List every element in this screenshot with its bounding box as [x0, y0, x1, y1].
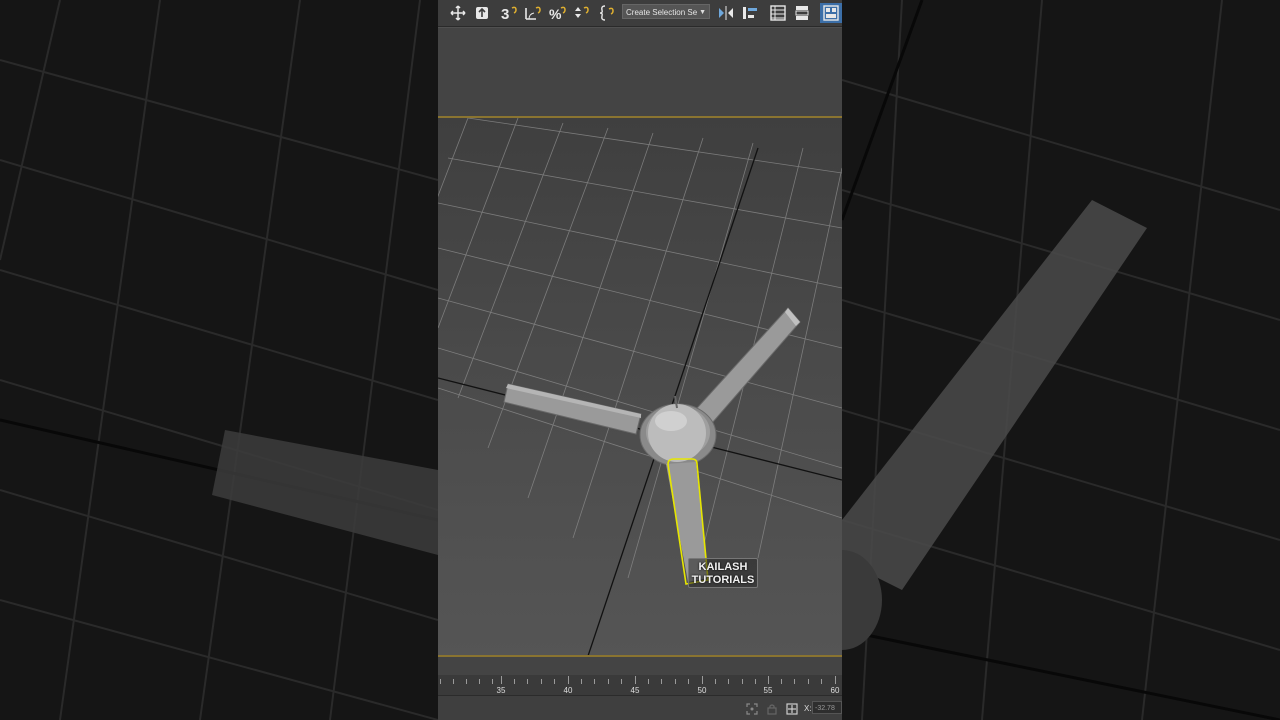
watermark-label: KAILASH TUTORIALS — [688, 558, 758, 588]
timeline-tick — [492, 679, 493, 684]
x-coordinate-label: X: — [804, 704, 812, 713]
timeline-tick — [594, 679, 595, 684]
x-coordinate-value: -32.78 — [815, 705, 835, 712]
watermark-line1: KAILASH — [698, 561, 748, 573]
timeline-tick — [821, 679, 822, 684]
viewport-lower-strip — [438, 657, 842, 675]
timeline-label: 55 — [763, 686, 773, 695]
svg-text:%: % — [549, 6, 562, 22]
watermark-line2: TUTORIALS — [691, 574, 755, 586]
selection-set-text: Create Selection Se — [626, 8, 698, 17]
grid-axis-line-2 — [438, 377, 842, 481]
timeline-label: 35 — [496, 686, 506, 695]
timeline-tick — [835, 676, 836, 684]
timeline-tick — [554, 679, 555, 684]
timeline-label: 40 — [563, 686, 573, 695]
timeline-tick — [794, 679, 795, 684]
timeline-tick — [453, 679, 454, 684]
timeline-tick — [781, 679, 782, 684]
perspective-viewport[interactable]: KAILASH TUTORIALS — [438, 118, 842, 656]
timeline-tick — [728, 679, 729, 684]
timeline-tick — [702, 676, 703, 684]
background-blur-left — [0, 0, 438, 720]
timeline-tick — [621, 679, 622, 684]
timeline-label: 50 — [697, 686, 707, 695]
absolute-mode-transform-icon[interactable] — [786, 702, 798, 715]
background-blur-right — [842, 0, 1280, 720]
spinner-snap-icon[interactable] — [572, 3, 592, 23]
timeline-tick — [527, 679, 528, 684]
timeline-tick — [661, 679, 662, 684]
svg-text:3: 3 — [501, 6, 509, 22]
timeline-label: 60 — [830, 686, 840, 695]
timeline-tick — [440, 679, 441, 684]
time-slider-track[interactable]: 35 40 45 50 55 60 — [438, 675, 842, 695]
selection-set-dropdown[interactable]: Create Selection Se ▼ — [622, 4, 710, 19]
timeline-tick — [568, 676, 569, 684]
3dsmax-window: 3 % Create Selection Se ▼ KAILASH TUTORI… — [438, 0, 842, 720]
x-coordinate-field[interactable]: -32.78 — [812, 701, 842, 714]
timeline-tick — [675, 679, 676, 684]
home-grid — [438, 118, 842, 579]
percent-snap-icon[interactable]: % — [548, 3, 568, 23]
timeline-label: 45 — [630, 686, 640, 695]
timeline-tick — [808, 679, 809, 684]
timeline-tick — [648, 679, 649, 684]
main-toolbar: 3 % Create Selection Se ▼ — [438, 0, 842, 27]
ribbon-toggle-icon[interactable] — [820, 3, 842, 23]
timeline-tick — [514, 679, 515, 684]
timeline-tick — [635, 676, 636, 684]
timeline-tick — [479, 679, 480, 684]
selection-lock-icon[interactable] — [766, 702, 778, 715]
fan-blade-right[interactable] — [687, 307, 801, 431]
timeline-tick — [608, 679, 609, 684]
timeline-tick — [501, 676, 502, 684]
select-and-place-icon[interactable] — [472, 3, 492, 23]
move-icon[interactable] — [448, 3, 468, 23]
timeline-tick — [755, 679, 756, 684]
timeline-tick — [742, 679, 743, 684]
status-bar: X: -32.78 — [438, 695, 842, 720]
timeline-tick — [466, 679, 467, 684]
chevron-down-icon: ▼ — [699, 9, 706, 16]
scene-explorer-icon[interactable] — [768, 3, 788, 23]
angle-snap-icon[interactable] — [524, 3, 544, 23]
edit-named-selection-icon[interactable] — [598, 3, 618, 23]
align-icon[interactable] — [740, 3, 760, 23]
mirror-icon[interactable] — [716, 3, 736, 23]
snap-3d-icon[interactable]: 3 — [500, 3, 520, 23]
timeline-tick — [688, 679, 689, 684]
timeline-tick — [768, 676, 769, 684]
timeline-tick — [541, 679, 542, 684]
timeline-tick — [715, 679, 716, 684]
viewport-scene — [438, 118, 842, 656]
ribbon-panel — [438, 27, 842, 117]
layer-explorer-icon[interactable] — [792, 3, 812, 23]
timeline-tick — [581, 679, 582, 684]
isolate-selection-icon[interactable] — [746, 702, 758, 715]
